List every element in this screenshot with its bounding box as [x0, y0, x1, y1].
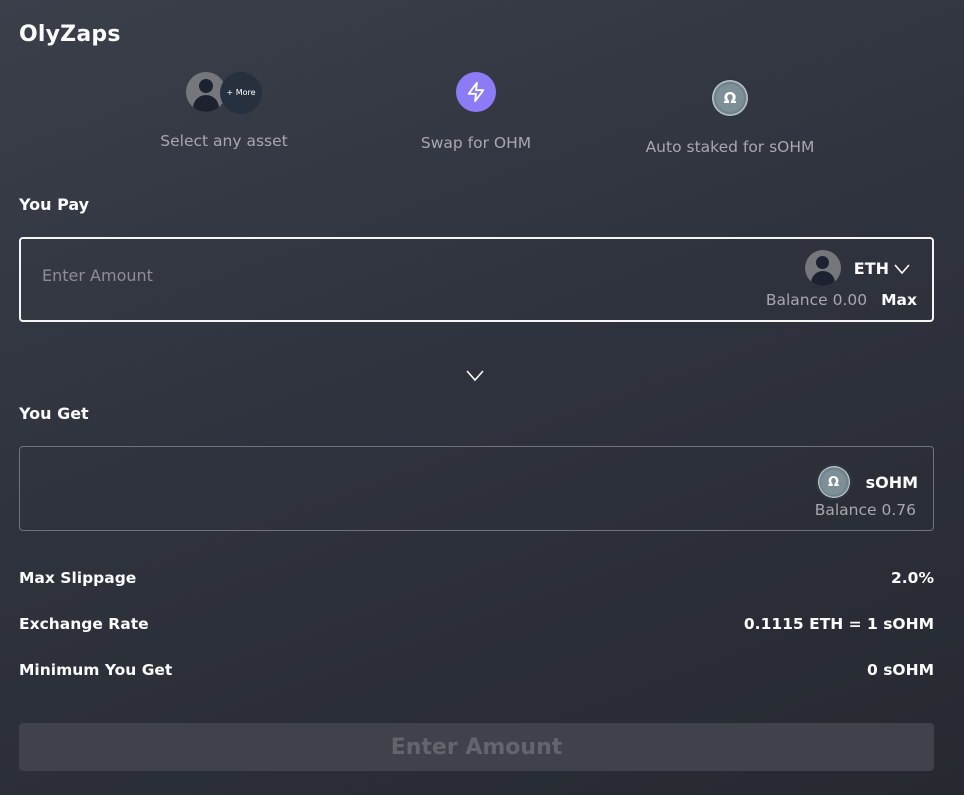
max-button[interactable]: Max: [881, 291, 917, 309]
pay-balance-row: Balance 0.00 Max: [766, 291, 917, 309]
sohm-token-icon: Ω: [710, 78, 750, 118]
get-balance: Balance 0.76: [814, 501, 916, 519]
exchange-rate-value: 0.1115 ETH = 1 sOHM: [743, 615, 934, 633]
asset-avatars: + More: [186, 72, 262, 114]
exchange-rate-row: Exchange Rate 0.1115 ETH = 1 sOHM: [19, 615, 934, 633]
token-selector[interactable]: ETH: [804, 250, 910, 286]
amount-input[interactable]: [42, 266, 442, 285]
get-token-name: sOHM: [865, 472, 918, 492]
app-title: OlyZaps: [19, 22, 121, 47]
sohm-token-icon: Ω: [815, 464, 852, 500]
swap-direction-chevron-icon[interactable]: [466, 368, 484, 382]
pay-input-box: ETH Balance 0.00 Max: [19, 237, 934, 322]
get-output-box: Ω sOHM Balance 0.76: [19, 446, 934, 531]
minimum-get-row: Minimum You Get 0 sOHM: [19, 661, 934, 679]
exchange-rate-label: Exchange Rate: [19, 615, 149, 633]
step-select-asset: + More Select any asset: [124, 72, 324, 150]
pay-token-name: ETH: [853, 258, 889, 278]
submit-button[interactable]: Enter Amount: [19, 723, 934, 771]
minimum-get-label: Minimum You Get: [19, 661, 173, 679]
step-label-auto-stake: Auto staked for sOHM: [645, 138, 815, 156]
step-label-select-asset: Select any asset: [160, 132, 288, 150]
eth-token-icon: [804, 250, 841, 286]
max-slippage-row: Max Slippage 2.0%: [19, 569, 934, 587]
ohm-symbol: Ω: [723, 89, 737, 107]
minimum-get-value: 0 sOHM: [867, 661, 934, 679]
lightning-icon: [456, 72, 496, 112]
max-slippage-label: Max Slippage: [19, 569, 137, 587]
more-assets-badge: + More: [220, 72, 262, 114]
step-auto-stake: Ω Auto staked for sOHM: [614, 78, 846, 156]
step-label-swap: Swap for OHM: [420, 134, 532, 152]
max-slippage-value: 2.0%: [891, 569, 934, 587]
pay-balance: Balance 0.00: [765, 291, 868, 309]
chevron-down-icon: [894, 264, 910, 275]
get-token: Ω sOHM: [815, 464, 918, 500]
you-get-label: You Get: [19, 404, 89, 423]
step-swap: Swap for OHM: [376, 72, 576, 152]
ohm-symbol: Ω: [828, 474, 840, 490]
you-pay-label: You Pay: [19, 195, 90, 214]
